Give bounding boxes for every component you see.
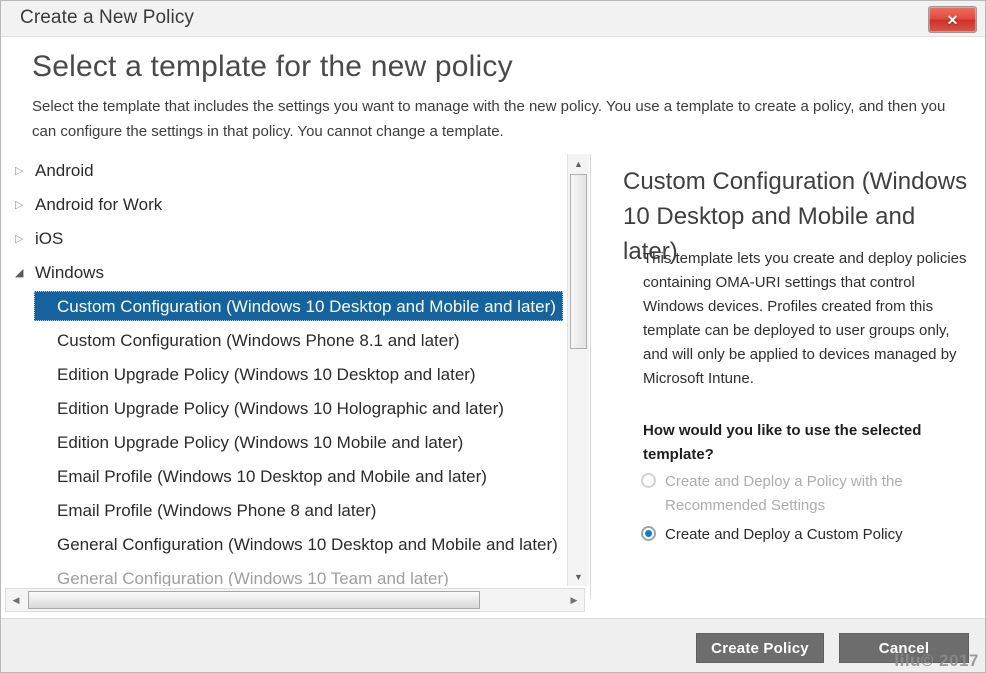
tree-item[interactable]: Edition Upgrade Policy (Windows 10 Holog… — [1, 392, 567, 426]
tree-item[interactable]: Edition Upgrade Policy (Windows 10 Mobil… — [1, 426, 567, 460]
window-title: Create a New Policy — [20, 7, 195, 28]
title-bar: Create a New Policy ✕ — [1, 1, 985, 37]
tree-vertical-scrollbar[interactable]: ▲ ▼ — [567, 154, 589, 586]
close-icon: ✕ — [946, 11, 959, 28]
tree-item-label: Android — [35, 161, 94, 180]
tree-item-label: Custom Configuration (Windows Phone 8.1 … — [57, 331, 460, 350]
scroll-down-icon[interactable]: ▼ — [568, 567, 589, 586]
tree-item[interactable]: Email Profile (Windows Phone 8 and later… — [1, 494, 567, 528]
scroll-left-icon[interactable]: ◀ — [6, 589, 26, 611]
cancel-button[interactable]: Cancel — [839, 633, 969, 663]
tree-item-label: Custom Configuration (Windows 10 Desktop… — [57, 297, 556, 316]
scroll-up-icon[interactable]: ▲ — [568, 154, 589, 173]
radio-option-label: Create and Deploy a Policy with the Reco… — [665, 473, 903, 514]
chevron-right-icon[interactable]: ▷ — [15, 199, 29, 211]
tree-item-label: Email Profile (Windows Phone 8 and later… — [57, 501, 377, 520]
radio-unchecked-icon — [641, 473, 656, 488]
tree-item[interactable]: Custom Configuration (Windows Phone 8.1 … — [1, 324, 567, 358]
tree-horizontal-scrollbar[interactable]: ◀ ▶ — [5, 588, 585, 612]
chevron-right-icon[interactable]: ▷ — [15, 233, 29, 245]
detail-description: This template lets you create and deploy… — [643, 250, 967, 387]
template-detail-pane: Custom Configuration (Windows 10 Desktop… — [601, 154, 985, 618]
radio-option: Create and Deploy a Policy with the Reco… — [641, 470, 981, 518]
tree-item-label: General Configuration (Windows 10 Team a… — [57, 569, 449, 586]
horizontal-scroll-thumb[interactable] — [28, 591, 480, 609]
radio-checked-icon[interactable] — [641, 526, 656, 541]
tree-item-label: iOS — [35, 229, 64, 248]
scroll-right-icon[interactable]: ▶ — [564, 589, 584, 611]
dialog-footer: Create Policy Cancel lilu© 2017 — [1, 618, 985, 672]
tree-item-label: Edition Upgrade Policy (Windows 10 Deskt… — [57, 365, 476, 384]
tree-item[interactable]: General Configuration (Windows 10 Deskto… — [1, 528, 567, 562]
tree-item[interactable]: ▷ Android — [1, 154, 567, 188]
pane-divider — [590, 154, 591, 599]
tree-item[interactable]: General Configuration (Windows 10 Team a… — [1, 562, 567, 586]
page-subtitle: Select the template that includes the se… — [32, 98, 946, 140]
chevron-down-icon[interactable]: ◢ — [15, 267, 29, 279]
tree-item-label: General Configuration (Windows 10 Deskto… — [57, 535, 558, 554]
page-title: Select a template for the new policy — [32, 50, 513, 83]
create-policy-button[interactable]: Create Policy — [696, 633, 824, 663]
tree-item[interactable]: Email Profile (Windows 10 Desktop and Mo… — [1, 460, 567, 494]
tree-item[interactable]: ▷ Android for Work — [1, 188, 567, 222]
tree-item[interactable]: ◢ Windows — [1, 256, 567, 290]
tree-item-label: Email Profile (Windows 10 Desktop and Mo… — [57, 467, 487, 486]
create-policy-dialog: Create a New Policy ✕ Select a template … — [0, 0, 986, 673]
close-button[interactable]: ✕ — [928, 6, 977, 33]
template-tree-pane: ▷ Android ▷ Android for Work ▷ iOS ◢ Windows Cus… — [1, 154, 589, 618]
vertical-scroll-thumb[interactable] — [570, 174, 587, 349]
radio-option[interactable]: Create and Deploy a Custom Policy — [641, 523, 981, 547]
tree-item[interactable]: ▷ iOS — [1, 222, 567, 256]
tree-item-label: Windows — [35, 263, 104, 282]
dialog-content: ▷ Android ▷ Android for Work ▷ iOS ◢ Windows Cus… — [1, 154, 985, 618]
chevron-right-icon[interactable]: ▷ — [15, 165, 29, 177]
detail-question: How would you like to use the selected t… — [643, 422, 922, 463]
tree-item-label: Android for Work — [35, 195, 163, 214]
template-tree-list[interactable]: ▷ Android ▷ Android for Work ▷ iOS ◢ Windows Cus… — [1, 154, 567, 586]
radio-option-label: Create and Deploy a Custom Policy — [665, 526, 903, 543]
tree-item[interactable]: Edition Upgrade Policy (Windows 10 Deskt… — [1, 358, 567, 392]
tree-item-label: Edition Upgrade Policy (Windows 10 Holog… — [57, 399, 504, 418]
usage-radio-group[interactable]: Create and Deploy a Policy with the Reco… — [641, 470, 981, 552]
tree-item[interactable]: Custom Configuration (Windows 10 Desktop… — [1, 290, 567, 324]
tree-item-label: Edition Upgrade Policy (Windows 10 Mobil… — [57, 433, 464, 452]
